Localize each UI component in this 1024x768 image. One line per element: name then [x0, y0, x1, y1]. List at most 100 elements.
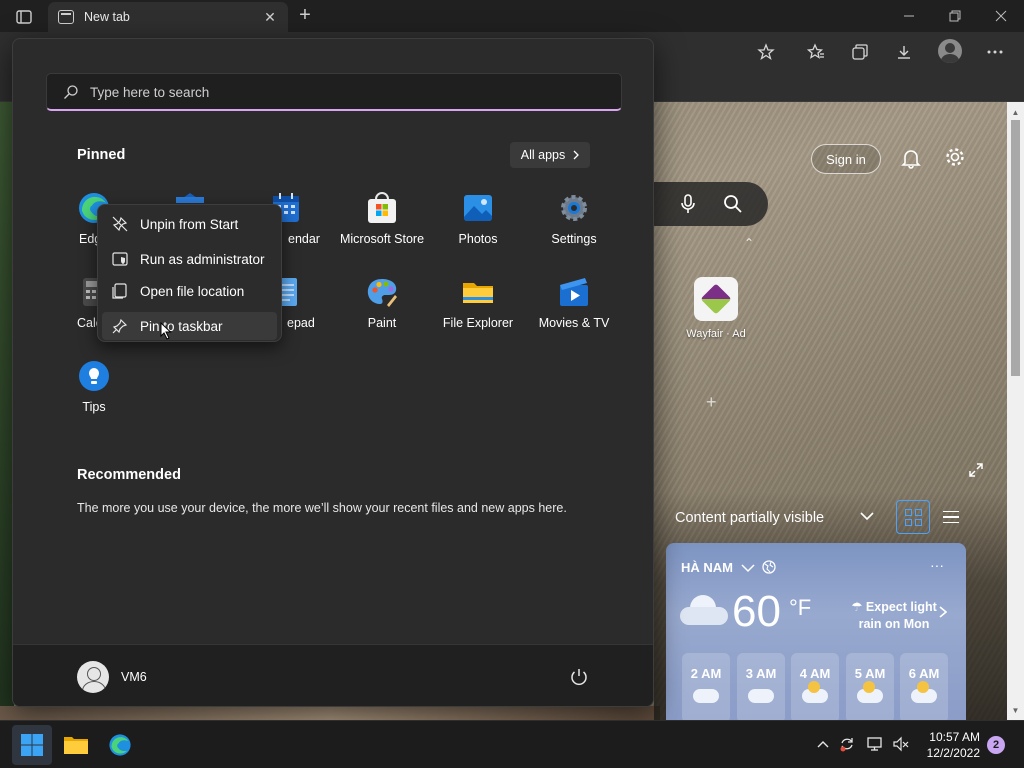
bell-icon[interactable] — [898, 145, 924, 171]
update-sync-icon[interactable] — [838, 735, 856, 753]
cloud-icon — [680, 595, 728, 625]
tab-actions-icon[interactable] — [8, 6, 40, 28]
favorites-icon[interactable] — [803, 40, 829, 64]
taskbar-clock[interactable]: 10:57 AM 12/2/2022 — [918, 729, 980, 761]
taskbar-edge[interactable] — [100, 725, 140, 765]
weather-more-icon[interactable]: ··· — [930, 557, 944, 573]
scroll-down-icon[interactable]: ▼ — [1007, 702, 1024, 718]
start-button[interactable] — [12, 725, 52, 765]
store-icon — [365, 191, 399, 225]
weather-temperature: 60 — [732, 587, 781, 636]
new-tab-button[interactable]: + — [292, 4, 318, 28]
browser-tab[interactable]: New tab ✕ — [48, 2, 288, 32]
pinned-app-paint[interactable]: Paint — [336, 275, 428, 330]
menu-item-unpin-from-start[interactable]: Unpin from Start — [102, 210, 277, 238]
recommended-heading: Recommended — [77, 467, 181, 483]
start-footer: VM6 — [13, 644, 653, 706]
web-search-box[interactable] — [654, 182, 768, 226]
content-visibility-label[interactable]: Content partially visible — [675, 510, 824, 526]
grid-icon — [904, 508, 922, 526]
hourly-forecast[interactable]: 6 AM — [900, 653, 948, 720]
expand-icon[interactable] — [968, 462, 984, 483]
content-visibility-row: Content partially visible — [666, 500, 976, 536]
weather-card[interactable]: HÀ NAM ··· 60 °F ☂ Expect light rain on … — [666, 543, 966, 720]
downloads-icon[interactable] — [891, 40, 917, 64]
chevron-right-icon — [573, 150, 580, 160]
cloud-moon-icon — [857, 681, 883, 703]
all-apps-button[interactable]: All apps — [510, 142, 590, 168]
cloud-icon — [748, 689, 774, 703]
mouse-cursor-icon — [160, 322, 172, 340]
weather-unit: °F — [789, 595, 812, 620]
pinned-app-photos[interactable]: Photos — [432, 191, 524, 246]
menu-item-pin-to-taskbar[interactable]: Pin to taskbar — [102, 312, 277, 340]
recommended-empty-text: The more you use your device, the more w… — [77, 501, 567, 515]
profile-avatar[interactable] — [938, 39, 962, 63]
paint-icon — [365, 275, 399, 309]
globe-icon — [762, 560, 776, 574]
cloud-moon-icon — [802, 681, 828, 703]
background-image-strip — [0, 706, 660, 720]
pin-icon — [112, 318, 128, 334]
umbrella-icon: ☂ — [851, 600, 863, 614]
hourly-forecast[interactable]: 2 AM — [682, 653, 730, 720]
network-icon[interactable] — [866, 735, 884, 753]
chevron-down-icon[interactable] — [860, 508, 874, 524]
folder-open-icon — [112, 283, 128, 299]
context-menu: Unpin from Start Run as administrator Op… — [97, 204, 282, 342]
unpin-icon — [112, 216, 128, 232]
location-chevron-icon — [741, 564, 755, 573]
wayfair-quick-link[interactable] — [694, 277, 738, 321]
browser-titlebar: New tab ✕ + — [0, 0, 1024, 32]
page-scrollbar[interactable]: ▲ ▼ — [1007, 102, 1024, 720]
close-window-icon[interactable] — [978, 4, 1024, 28]
collections-icon[interactable] — [847, 40, 873, 64]
gear-icon[interactable] — [942, 144, 968, 170]
menu-item-run-as-administrator[interactable]: Run as administrator — [102, 245, 277, 273]
microphone-icon[interactable] — [675, 191, 701, 217]
pinned-app-tips[interactable]: Tips — [48, 359, 140, 414]
settings-icon — [557, 191, 591, 225]
add-favorite-icon[interactable] — [753, 40, 779, 64]
notification-badge[interactable]: 2 — [987, 736, 1005, 754]
cloud-icon — [693, 689, 719, 703]
start-search-input[interactable]: Type here to search — [46, 73, 622, 111]
tab-close-icon[interactable]: ✕ — [262, 9, 278, 26]
menu-item-open-file-location[interactable]: Open file location — [102, 277, 277, 305]
minimize-icon[interactable] — [886, 4, 932, 28]
collapse-chevron-icon[interactable]: ⌃ — [744, 236, 754, 250]
start-menu: Type here to search Pinned All apps Edg … — [12, 38, 654, 707]
restore-icon[interactable] — [932, 4, 978, 28]
sign-in-button[interactable]: Sign in — [811, 144, 881, 174]
new-tab-favicon-icon — [58, 10, 74, 24]
pinned-app-file-explorer[interactable]: File Explorer — [432, 275, 524, 330]
hourly-forecast[interactable]: 3 AM — [737, 653, 785, 720]
pinned-app-movies-tv[interactable]: Movies & TV — [528, 275, 620, 330]
grid-layout-button[interactable] — [896, 500, 930, 534]
power-icon[interactable] — [567, 665, 591, 689]
volume-muted-icon[interactable] — [892, 735, 910, 753]
pinned-app-settings[interactable]: Settings — [528, 191, 620, 246]
photos-icon — [461, 191, 495, 225]
file-explorer-icon — [461, 275, 495, 309]
hourly-forecast[interactable]: 4 AM — [791, 653, 839, 720]
user-avatar[interactable] — [77, 661, 109, 693]
chevron-right-icon[interactable] — [939, 605, 948, 623]
weather-location[interactable]: HÀ NAM — [681, 560, 776, 575]
add-site-icon[interactable]: + — [706, 392, 717, 413]
show-hidden-icons-chevron-icon[interactable] — [814, 735, 832, 753]
weather-forecast[interactable]: ☂ Expect light rain on Mon — [846, 599, 942, 633]
pinned-heading: Pinned — [77, 147, 126, 163]
taskbar-file-explorer[interactable] — [56, 725, 96, 765]
list-layout-button[interactable] — [934, 500, 968, 534]
user-name[interactable]: VM6 — [121, 670, 147, 684]
tips-icon — [77, 359, 111, 393]
tab-title: New tab — [84, 10, 130, 24]
scroll-up-icon[interactable]: ▲ — [1007, 104, 1024, 120]
scrollbar-thumb[interactable] — [1011, 120, 1020, 376]
web-search-icon[interactable] — [720, 191, 746, 217]
hourly-forecast[interactable]: 5 AM — [846, 653, 894, 720]
more-options-icon[interactable] — [982, 40, 1008, 64]
pinned-app-microsoft-store[interactable]: Microsoft Store — [336, 191, 428, 246]
search-placeholder: Type here to search — [90, 85, 210, 100]
